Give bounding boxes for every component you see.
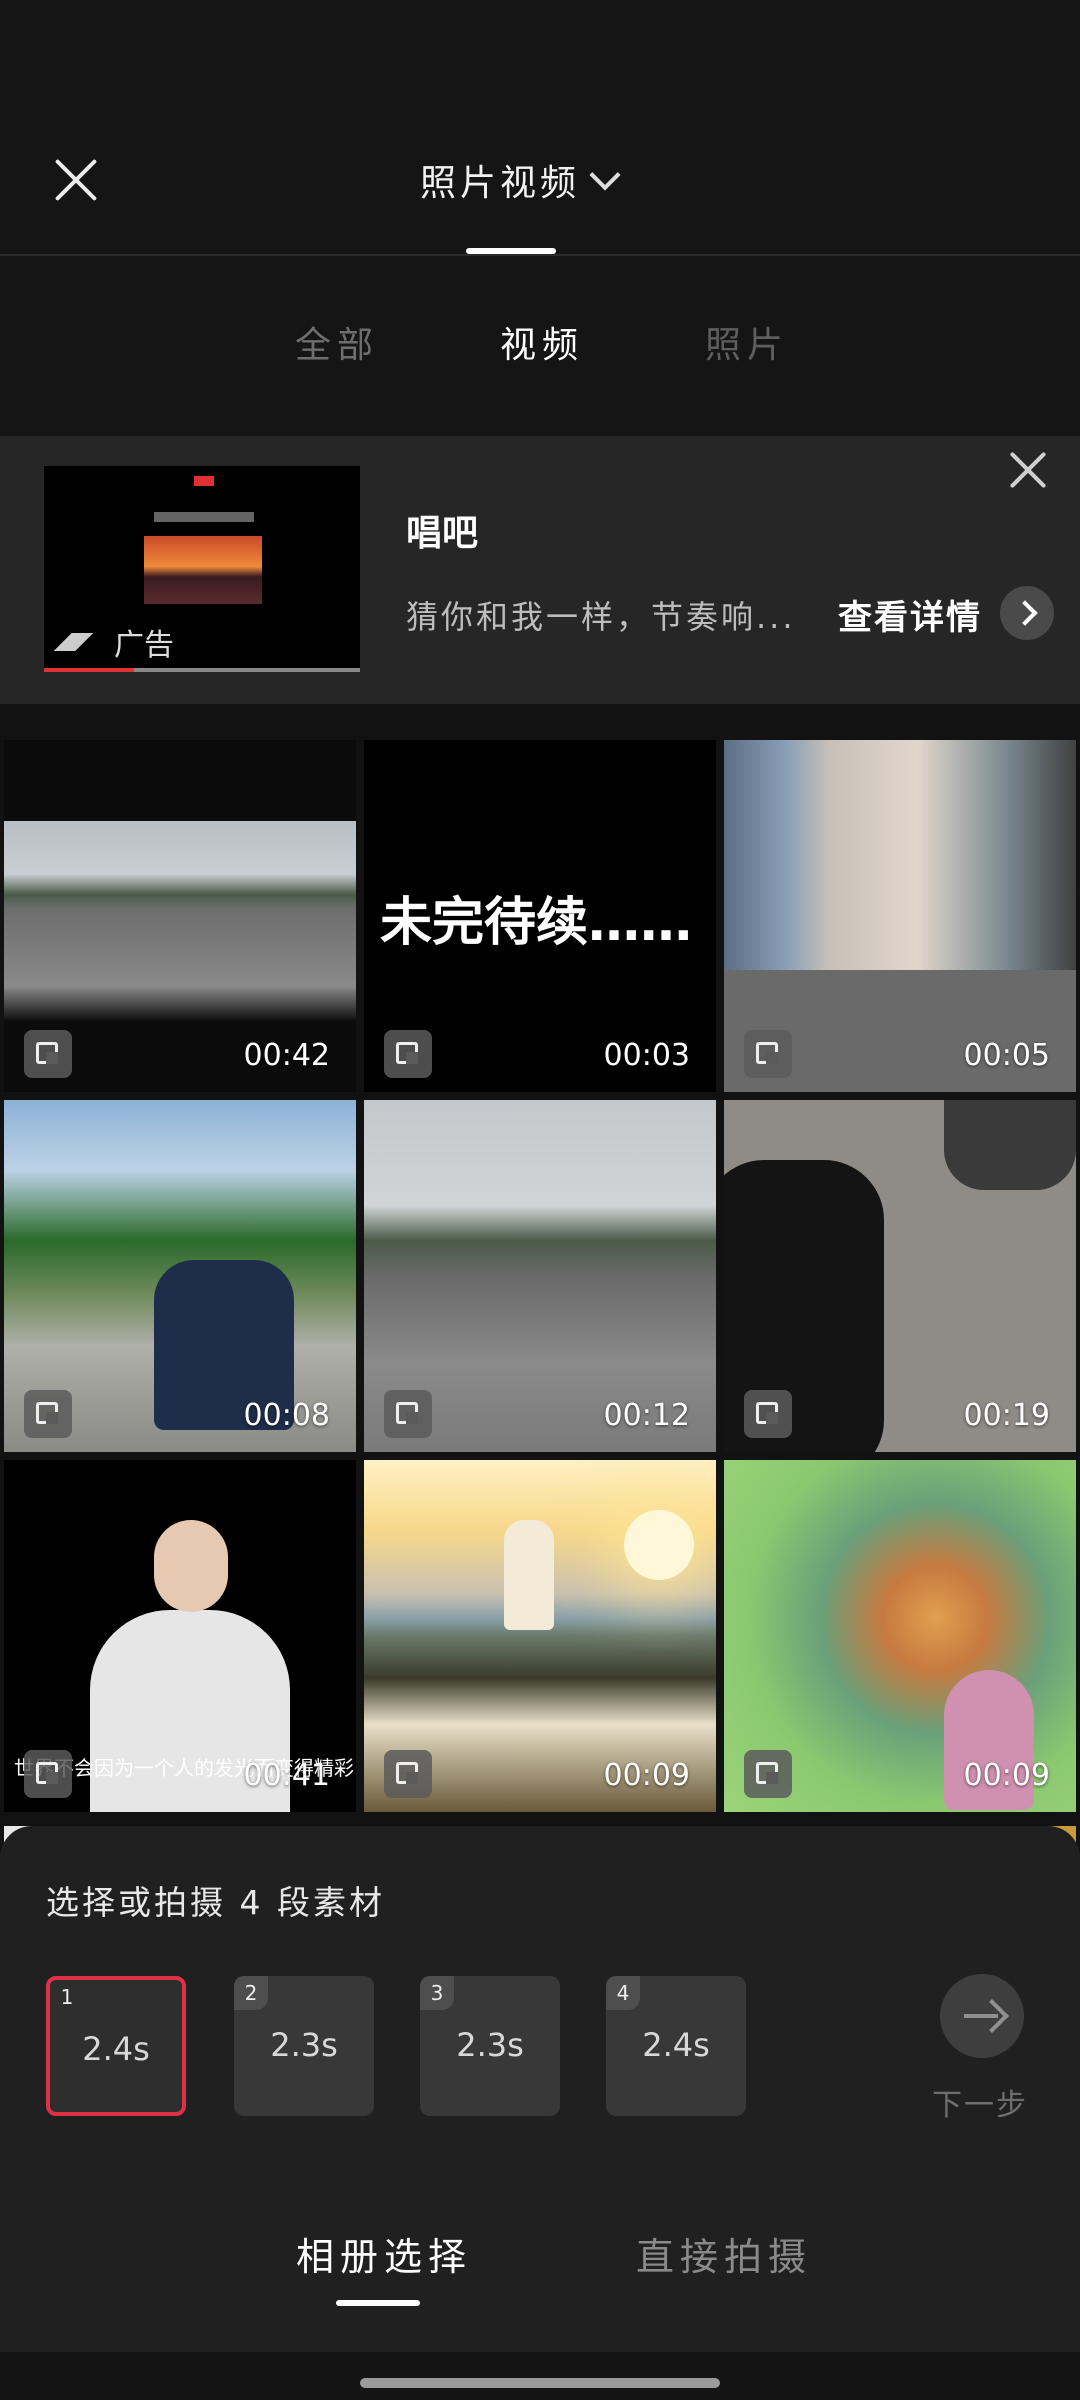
duration-label: 00:12 xyxy=(603,1398,690,1433)
selection-title: 选择或拍摄 4 段素材 xyxy=(46,1883,385,1922)
thumbnail-detail xyxy=(504,1520,554,1630)
media-tile[interactable]: 未完待续…… 00:03 xyxy=(364,740,716,1092)
duration-label: 00:42 xyxy=(243,1038,330,1073)
media-tile[interactable]: 00:09 xyxy=(724,1460,1076,1812)
slot-length: 2.3s xyxy=(456,2026,524,2064)
slot-number: 4 xyxy=(606,1976,640,2010)
close-icon[interactable] xyxy=(46,150,106,210)
slot-number: 2 xyxy=(234,1976,268,2010)
thumb-title xyxy=(154,512,254,522)
arrow-right-icon-head xyxy=(975,1999,1009,2033)
expand-icon[interactable] xyxy=(24,1390,72,1438)
ad-badge-label: 广告 xyxy=(114,628,174,663)
chevron-right-icon[interactable] xyxy=(1000,586,1054,640)
ad-banner[interactable]: 广告 唱吧 猜你和我一样，节奏响... 查看详情 xyxy=(0,436,1080,704)
ad-description: 猜你和我一样，节奏响... xyxy=(406,598,796,636)
media-tile[interactable]: 00:19 xyxy=(724,1100,1076,1452)
album-switcher[interactable]: 照片视频 xyxy=(420,152,621,208)
tab-all[interactable]: 全部 xyxy=(295,316,379,368)
slot-length: 2.4s xyxy=(642,2026,710,2064)
tab-direct-shoot[interactable]: 直接拍摄 xyxy=(636,2226,812,2281)
media-grid: 00:42 未完待续…… 00:03 00:05 00:08 00:12 00:… xyxy=(0,736,1080,1846)
clip-slot-1[interactable]: 1 2.4s xyxy=(46,1976,186,2116)
ad-badge: 广告 xyxy=(50,620,174,664)
ad-logo-icon xyxy=(50,633,104,651)
media-tile[interactable]: 00:08 xyxy=(4,1100,356,1452)
slot-number: 3 xyxy=(420,1976,454,2010)
duration-label: 00:19 xyxy=(963,1398,1050,1433)
filter-tabs: 全部 视频 照片 xyxy=(0,256,1080,436)
media-tile[interactable]: 00:09 xyxy=(364,1460,716,1812)
expand-icon[interactable] xyxy=(24,1030,72,1078)
album-label: 照片视频 xyxy=(420,163,581,204)
thumbnail-detail xyxy=(944,1100,1076,1190)
media-tile[interactable]: 00:12 xyxy=(364,1100,716,1452)
expand-icon[interactable] xyxy=(24,1750,72,1798)
tab-video[interactable]: 视频 xyxy=(500,316,584,368)
video-progress-fill xyxy=(44,668,134,672)
expand-icon[interactable] xyxy=(744,1030,792,1078)
top-bar: 照片视频 xyxy=(0,0,1080,256)
system-nav-area xyxy=(0,2352,1080,2400)
duration-label: 00:05 xyxy=(963,1038,1050,1073)
tab-photo[interactable]: 照片 xyxy=(705,316,789,368)
slot-number: 1 xyxy=(60,1985,74,2009)
media-tile[interactable]: 00:05 xyxy=(724,740,1076,1092)
expand-icon[interactable] xyxy=(744,1390,792,1438)
clip-slot-2[interactable]: 2 2.3s xyxy=(234,1976,374,2116)
chevron-down-icon xyxy=(589,159,621,191)
duration-label: 00:08 xyxy=(243,1398,330,1433)
duration-label: 00:09 xyxy=(963,1758,1050,1793)
next-step-button[interactable] xyxy=(940,1974,1024,2058)
thumbnail-detail xyxy=(154,1520,228,1612)
video-caption: 未完待续…… xyxy=(380,893,693,953)
expand-icon[interactable] xyxy=(384,1030,432,1078)
home-indicator[interactable] xyxy=(360,2378,720,2388)
expand-icon[interactable] xyxy=(744,1750,792,1798)
duration-label: 00:03 xyxy=(603,1038,690,1073)
media-tile[interactable]: 00:42 xyxy=(4,740,356,1092)
thumbnail-detail xyxy=(624,1510,694,1580)
ad-title: 唱吧 xyxy=(406,513,479,554)
sunset-image xyxy=(144,536,262,604)
mode-tab-underline xyxy=(336,2300,420,2306)
clip-slot-3[interactable]: 3 2.3s xyxy=(420,1976,560,2116)
duration-label: 00:41 xyxy=(243,1758,330,1793)
thumb-logo xyxy=(194,476,214,486)
next-step-label[interactable]: 下一步 xyxy=(932,2080,1028,2124)
slot-length: 2.4s xyxy=(82,2030,150,2068)
duration-label: 00:09 xyxy=(603,1758,690,1793)
selection-sheet: 选择或拍摄 4 段素材 1 2.4s 2 2.3s 3 2.3s 4 2.4s … xyxy=(0,1826,1080,2400)
slot-length: 2.3s xyxy=(270,2026,338,2064)
media-tile[interactable]: 世界不会因为一个人的发光而变得精彩 00:41 xyxy=(4,1460,356,1812)
ad-details-link[interactable]: 查看详情 xyxy=(838,590,982,639)
clip-slot-4[interactable]: 4 2.4s xyxy=(606,1976,746,2116)
close-ad-icon[interactable] xyxy=(1004,446,1052,494)
ad-thumbnail[interactable]: 广告 xyxy=(44,466,360,672)
expand-icon[interactable] xyxy=(384,1390,432,1438)
tab-album-select[interactable]: 相册选择 xyxy=(296,2226,472,2281)
expand-icon[interactable] xyxy=(384,1750,432,1798)
